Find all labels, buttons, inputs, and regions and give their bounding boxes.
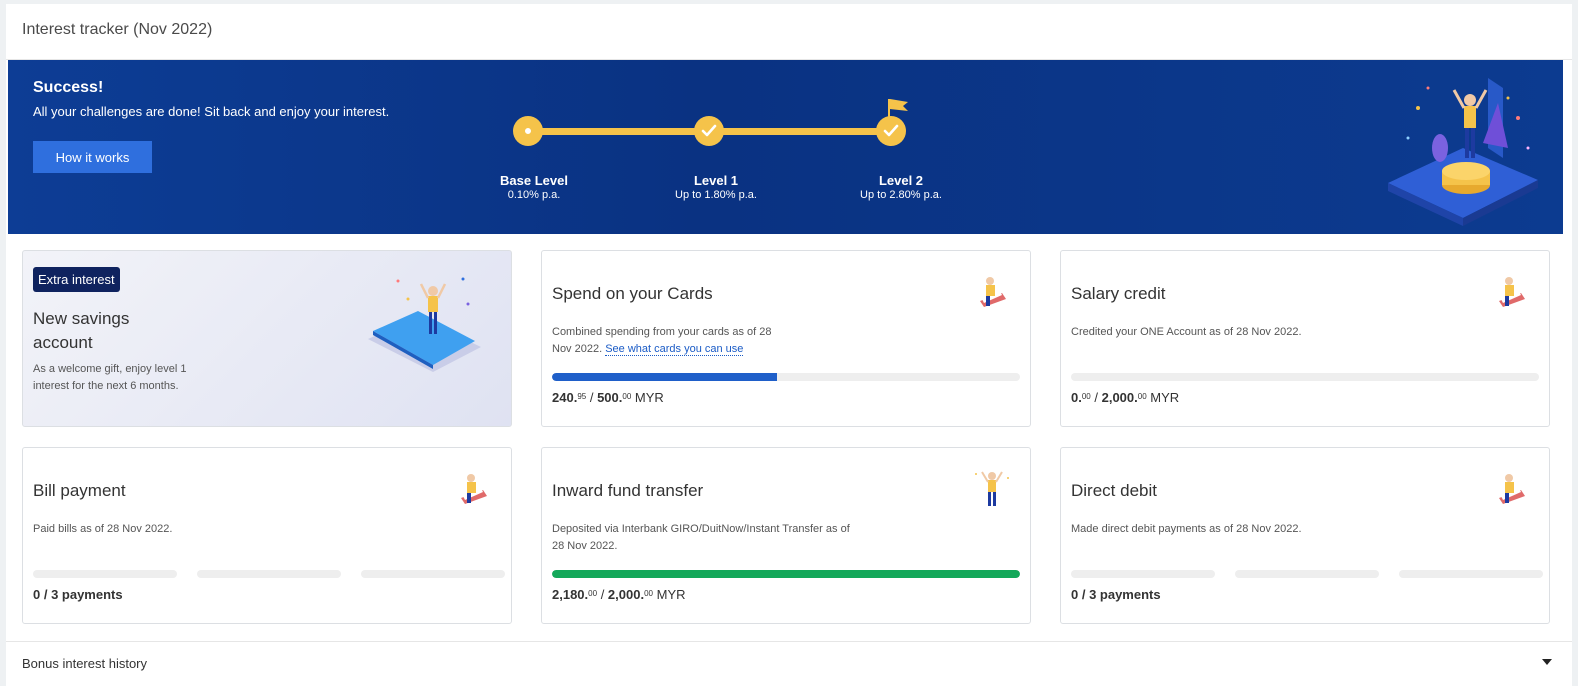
spend-currency: MYR [634,390,664,405]
level-base-label: Base Level 0.10% p.a. [454,173,614,201]
phone-celebration-illustration [368,277,481,372]
inward-current-dec: 00 [588,589,598,598]
cheering-person-icon [975,471,1009,506]
salary-credit-card: Salary credit Credited your ONE Account … [1060,250,1550,427]
relaxing-person-icon [1499,474,1525,504]
extra-interest-badge: Extra interest [33,267,120,292]
new-savings-promo-card: Extra interest New savings account As a … [22,250,512,427]
inward-title: Inward fund transfer [552,481,704,500]
banner-subtitle: All your challenges are done! Sit back a… [33,104,390,119]
inward-target-int: 2,000. [607,587,645,602]
spend-description: Combined spending from your cards as of … [552,324,792,358]
salary-target-dec: 00 [1137,392,1147,401]
salary-current-dec: 00 [1081,392,1091,401]
page-title: Interest tracker (Nov 2022) [22,21,213,38]
salary-title: Salary credit [1071,284,1166,303]
level-base-name: Base Level [500,173,568,188]
bill-segment-3 [361,570,505,578]
interest-tracker-panel: Interest tracker (Nov 2022) Success! All… [6,4,1572,686]
direct-description: Made direct debit payments as of 28 Nov … [1071,523,1302,535]
bill-title: Bill payment [33,481,126,500]
inward-transfer-card: Inward fund transfer Deposited via Inter… [541,447,1031,624]
inward-amount: 2,180.00 / 2,000.00 MYR [552,587,686,602]
success-banner: Success! All your challenges are done! S… [8,60,1563,234]
level-node-base [513,116,543,146]
salary-currency: MYR [1150,390,1180,405]
salary-amount: 0.00 / 2,000.00 MYR [1071,390,1180,405]
level-1-rate: Up to 1.80% p.a. [675,189,757,201]
chevron-down-icon[interactable] [1542,659,1552,665]
inward-current-int: 2,180. [552,587,589,602]
spend-current-int: 240. [552,390,578,405]
spend-current-dec: 95 [577,392,587,401]
direct-title: Direct debit [1071,481,1157,500]
spend-amount: 240.95 / 500.00 MYR [552,390,664,405]
direct-debit-card: Direct debit Made direct debit payments … [1060,447,1550,624]
level-node-2-check-icon [876,116,906,146]
inward-progress-bar [552,570,1020,578]
spend-progress-fill [552,373,777,381]
level-2-rate: Up to 2.80% p.a. [860,189,942,201]
salary-current-int: 0. [1071,390,1082,405]
level-2-name: Level 2 [878,173,924,188]
level-1-name: Level 1 [693,173,739,188]
spend-progress-bar [552,373,1020,381]
salary-description: Credited your ONE Account as of 28 Nov 2… [1071,326,1302,338]
page-header: Interest tracker (Nov 2022) [6,4,1572,60]
spend-target-dec: 00 [622,392,632,401]
direct-count: 0 / 3 payments [1071,587,1161,602]
see-cards-link[interactable]: See what cards you can use [605,343,744,356]
bonus-history-accordion[interactable]: Bonus interest history [6,641,1572,686]
relaxing-person-icon [980,277,1006,307]
level-base-rate: 0.10% p.a. [507,189,561,201]
bill-count: 0 / 3 payments [33,587,123,602]
spend-title: Spend on your Cards [552,284,713,303]
level-2-label: Level 2 Up to 2.80% p.a. [821,173,981,201]
bonus-history-label: Bonus interest history [22,656,148,671]
spend-on-cards-card: Spend on your Cards Combined spending fr… [541,250,1031,427]
salary-progress-bar [1071,373,1539,381]
inward-currency: MYR [656,587,686,602]
promo-description: As a welcome gift, enjoy level 1 interes… [33,363,187,392]
banner-title: Success! [33,79,104,96]
direct-segment-2 [1235,570,1379,578]
bill-segment-2 [197,570,341,578]
inward-target-dec: 00 [644,589,653,598]
direct-segment-1 [1071,570,1215,578]
relaxing-person-icon [1499,277,1525,307]
spend-target-int: 500. [597,390,623,405]
bill-description: Paid bills as of 28 Nov 2022. [33,523,173,535]
level-node-1-check-icon [694,116,724,146]
flag-icon [888,99,908,118]
bill-payment-card: Bill payment Paid bills as of 28 Nov 202… [22,447,512,624]
how-it-works-button[interactable]: How it works [33,141,152,173]
bill-segment-1 [33,570,177,578]
inward-progress-fill [552,570,1020,578]
inward-description: Deposited via Interbank GIRO/DuitNow/Ins… [552,523,850,552]
direct-segment-3 [1399,570,1543,578]
level-1-label: Level 1 Up to 1.80% p.a. [636,173,796,201]
salary-target-int: 2,000. [1101,390,1138,405]
promo-title: New savings account [33,309,130,352]
celebration-illustration [1388,78,1538,226]
relaxing-person-icon [461,474,487,504]
